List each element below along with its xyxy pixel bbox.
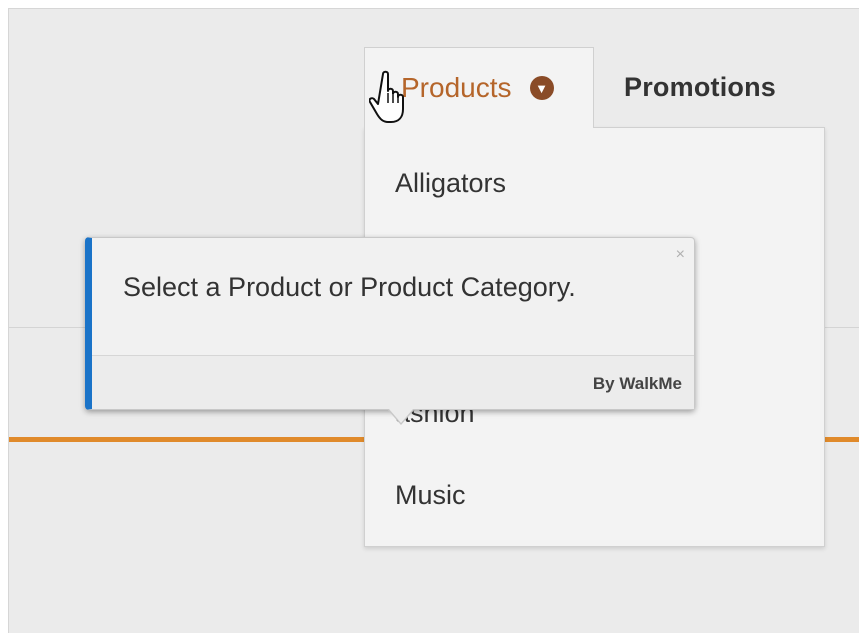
tab-promotions-label: Promotions <box>624 71 777 102</box>
tooltip-message: Select a Product or Product Category. <box>123 272 576 302</box>
walkme-credit[interactable]: By WalkMe <box>593 374 682 394</box>
menu-item-music[interactable]: Music <box>395 480 466 511</box>
tooltip-pointer-fill <box>389 409 413 423</box>
walkme-tooltip: Select a Product or Product Category. × … <box>85 237 695 425</box>
tab-products-label: Products <box>401 72 512 103</box>
tab-promotions[interactable]: Promotions <box>624 47 824 127</box>
menu-item-alligators[interactable]: Alligators <box>395 168 506 199</box>
close-icon[interactable]: × <box>676 246 685 264</box>
hand-cursor-icon <box>369 70 404 123</box>
chevron-down-icon: ▼ <box>529 76 554 100</box>
tooltip-footer: By WalkMe <box>92 355 694 409</box>
